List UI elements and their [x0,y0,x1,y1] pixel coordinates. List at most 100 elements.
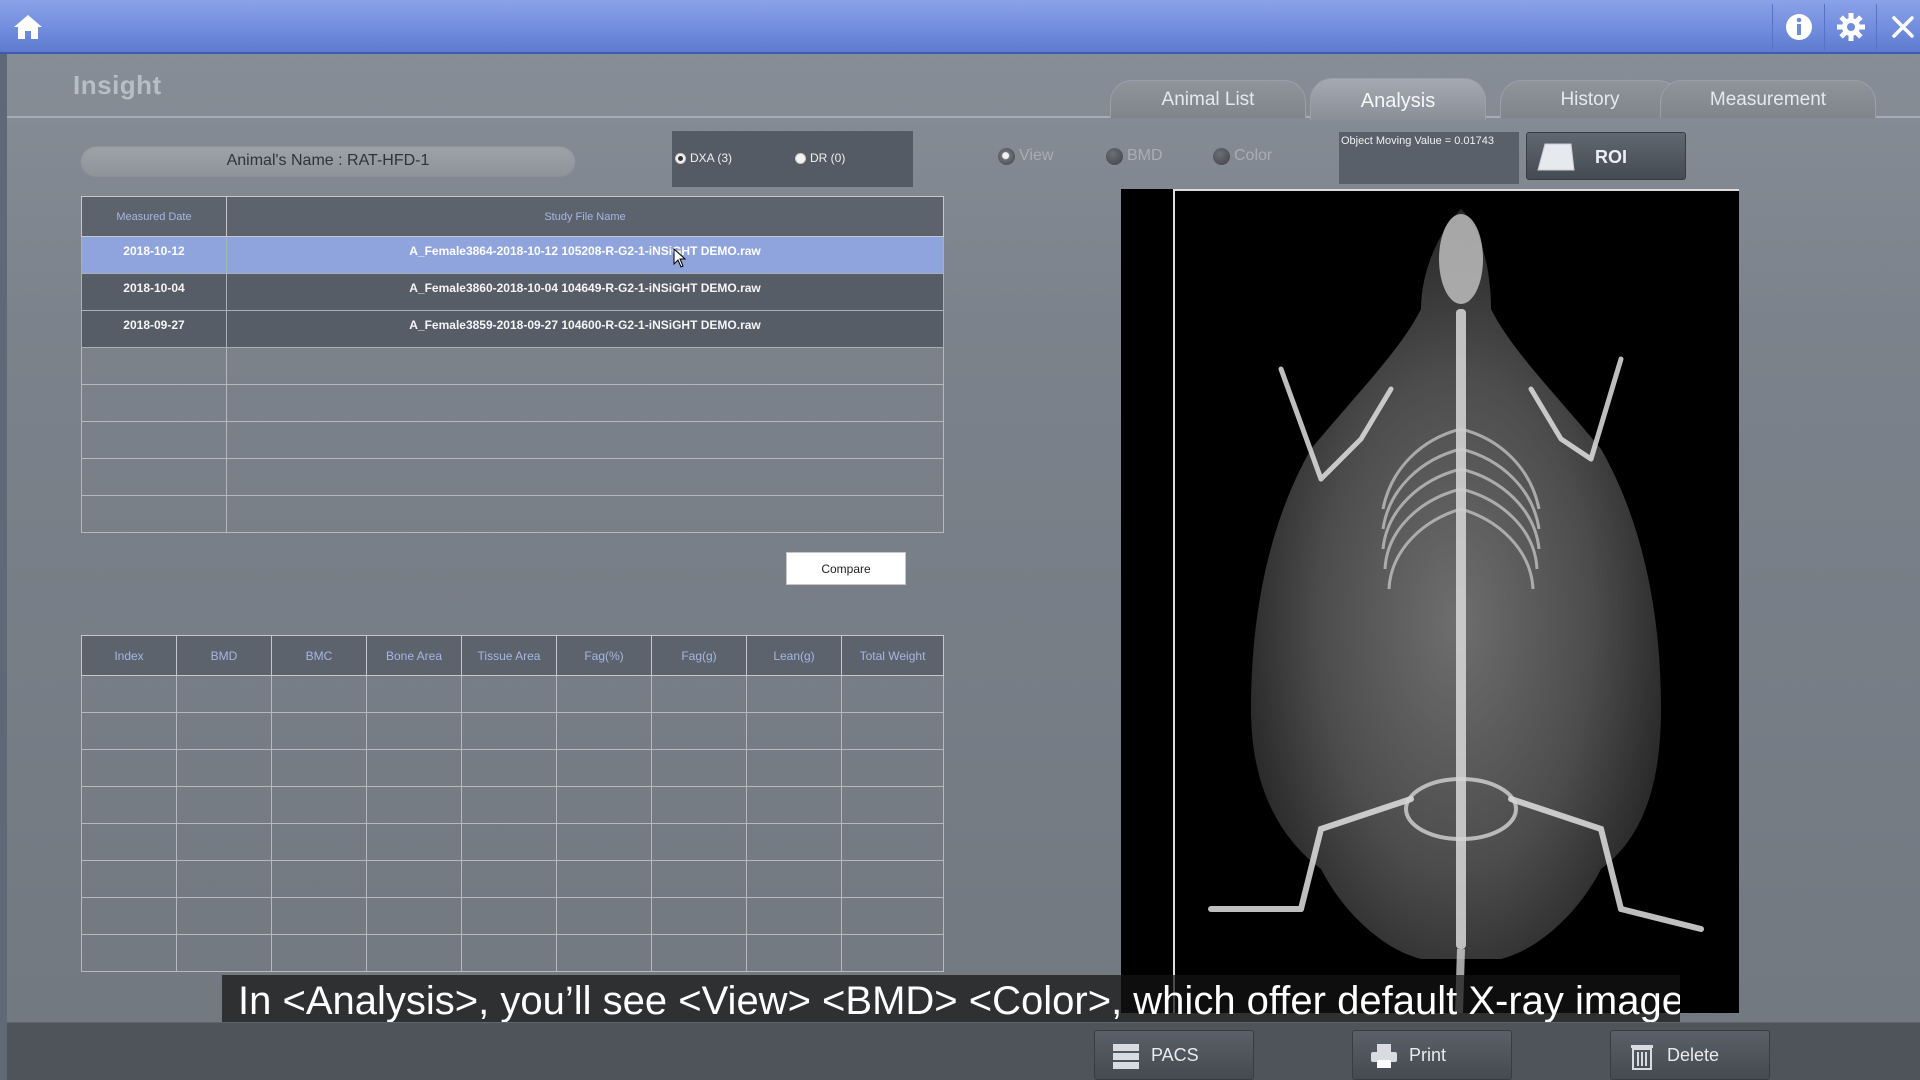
column-header-tissue-area: Tissue Area [461,635,557,676]
empty-cell [651,675,747,713]
trash-icon [1627,1042,1657,1070]
empty-row [81,675,944,713]
results-table: Index BMD BMC Bone Area Tissue Area Fag(… [81,635,944,972]
tab-animal-list[interactable]: Animal List [1110,80,1306,118]
pacs-button[interactable]: PACS [1094,1030,1254,1080]
study-file-cell: A_Female3860-2018-10-04 104649-R-G2-1-iN… [226,273,944,311]
study-table: Measured Date Study File Name 2018-10-12… [81,196,944,533]
tab-history[interactable]: History [1500,80,1680,118]
measured-date-cell: 2018-10-04 [81,273,227,311]
empty-cell [176,860,272,898]
print-button[interactable]: Print [1352,1030,1512,1080]
empty-cell [81,749,177,787]
empty-cell [366,675,462,713]
xray-rat-image [1208,209,1704,1013]
bmd-radio[interactable]: BMD [1106,147,1163,165]
xray-image-viewer[interactable] [1121,189,1739,1013]
empty-cell [226,495,944,533]
column-header-bone-area: Bone Area [366,635,462,676]
empty-cell [271,675,367,713]
empty-cell [271,786,367,824]
roi-label: ROI [1595,147,1628,167]
empty-cell [746,749,842,787]
empty-cell [841,675,944,713]
view-radio[interactable]: View [998,147,1053,165]
empty-cell [176,786,272,824]
color-radio[interactable]: Color [1213,147,1272,165]
empty-cell [651,749,747,787]
empty-row [81,860,944,898]
radio-selected-icon [675,152,686,164]
table-row[interactable]: 2018-09-27 A_Female3859-2018-09-27 10460… [81,310,944,348]
title-bar [0,0,1920,54]
column-header-bmc: BMC [271,635,367,676]
dxa-radio[interactable]: DXA (3) [675,151,732,165]
empty-cell [271,749,367,787]
empty-cell [226,458,944,496]
tab-measurement[interactable]: Measurement [1660,80,1876,118]
empty-cell [651,897,747,935]
empty-cell [556,786,652,824]
dr-radio[interactable]: DR (0) [795,151,845,165]
empty-cell [81,384,227,422]
measured-date-cell: 2018-10-12 [81,236,227,274]
empty-cell [176,823,272,861]
empty-row [81,495,944,533]
empty-cell [271,823,367,861]
info-icon[interactable] [1772,4,1824,50]
empty-row [81,712,944,750]
empty-cell [81,786,177,824]
measured-date-cell: 2018-09-27 [81,310,227,348]
empty-cell [81,675,177,713]
gear-icon[interactable] [1824,4,1876,50]
empty-cell [271,897,367,935]
column-header-fag-g: Fag(g) [651,635,747,676]
empty-row [81,347,944,385]
empty-cell [176,749,272,787]
empty-cell [556,897,652,935]
table-row[interactable]: 2018-10-12 A_Female3864-2018-10-12 10520… [81,236,944,274]
column-header-fag-percent: Fag(%) [556,635,652,676]
empty-cell [556,675,652,713]
empty-cell [461,934,557,972]
radio-unselected-icon [1213,147,1230,165]
empty-cell [651,860,747,898]
empty-cell [271,860,367,898]
empty-cell [841,934,944,972]
pacs-label: PACS [1151,1045,1199,1065]
study-file-cell: A_Female3859-2018-09-27 104600-R-G2-1-iN… [226,310,944,348]
compare-button[interactable]: Compare [786,552,906,585]
empty-cell [461,749,557,787]
empty-cell [81,495,227,533]
empty-cell [81,860,177,898]
empty-cell [746,823,842,861]
empty-cell [81,897,177,935]
delete-button[interactable]: Delete [1610,1030,1770,1080]
empty-cell [746,934,842,972]
close-icon[interactable] [1876,4,1920,50]
study-file-cell: A_Female3864-2018-10-12 105208-R-G2-1-iN… [226,236,944,274]
animal-name-field: Animal's Name : RAT-HFD-1 [80,145,576,177]
empty-cell [81,458,227,496]
column-header-index: Index [81,635,177,676]
empty-cell [176,712,272,750]
table-row[interactable]: 2018-10-04 A_Female3860-2018-10-04 10464… [81,273,944,311]
empty-row [81,421,944,459]
empty-cell [556,749,652,787]
empty-cell [651,934,747,972]
empty-cell [461,897,557,935]
dxa-label: DXA (3) [690,151,733,165]
empty-cell [746,860,842,898]
tab-analysis[interactable]: Analysis [1310,78,1486,120]
printer-icon [1369,1042,1399,1070]
empty-cell [461,786,557,824]
home-icon[interactable] [12,12,44,42]
empty-cell [841,897,944,935]
empty-cell [366,786,462,824]
empty-cell [841,823,944,861]
empty-cell [651,712,747,750]
empty-cell [366,934,462,972]
bmd-label: BMD [1127,147,1163,164]
radio-unselected-icon [795,152,806,164]
roi-button[interactable]: ROI [1526,132,1686,180]
